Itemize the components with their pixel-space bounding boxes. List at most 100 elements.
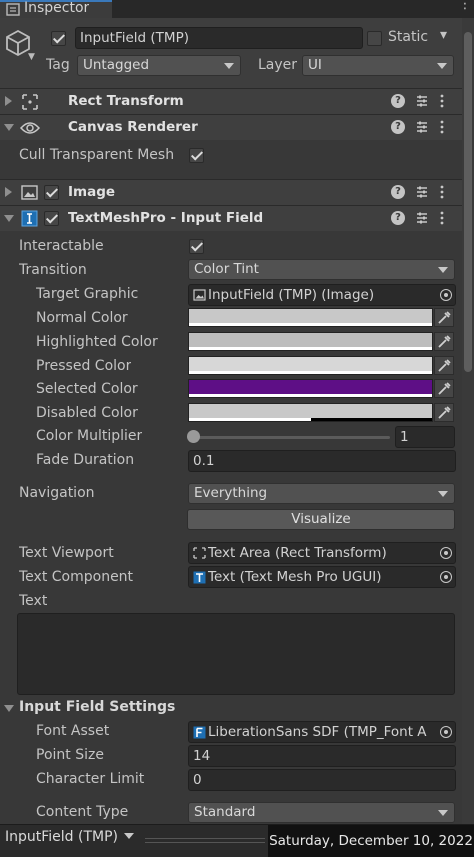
font-asset-field[interactable]: LiberationSans SDF (TMP_Font A xyxy=(188,721,456,743)
foldout-arrow-icon[interactable] xyxy=(4,124,14,131)
object-picker-icon[interactable] xyxy=(440,726,452,738)
help-icon[interactable]: ? xyxy=(391,120,405,134)
color-multiplier-label: Color Multiplier xyxy=(36,428,143,444)
chevron-down-icon xyxy=(438,267,448,273)
color-row-label: Disabled Color xyxy=(36,405,138,421)
component-canvas-renderer[interactable]: Canvas Renderer ? xyxy=(0,114,474,140)
text-component-field[interactable]: Text (Text Mesh Pro UGUI) xyxy=(188,566,456,588)
resize-handle[interactable] xyxy=(145,838,265,843)
presets-icon[interactable] xyxy=(415,94,429,108)
visualize-button[interactable]: Visualize xyxy=(187,509,455,530)
active-toggle[interactable] xyxy=(51,31,66,46)
object-picker-icon[interactable] xyxy=(440,547,452,559)
text-component-value: Text (Text Mesh Pro UGUI) xyxy=(208,569,382,585)
color-row-label: Normal Color xyxy=(36,310,128,326)
text-viewport-value: Text Area (Rect Transform) xyxy=(208,545,387,561)
alpha-bar xyxy=(189,394,432,397)
foldout-arrow-icon[interactable] xyxy=(5,187,12,197)
component-image[interactable]: Image ? xyxy=(0,179,474,205)
static-toggle[interactable] xyxy=(367,31,382,46)
presets-icon[interactable] xyxy=(415,185,429,199)
content-type-dropdown[interactable]: Standard xyxy=(188,802,455,823)
presets-icon[interactable] xyxy=(415,211,429,225)
navigation-dropdown[interactable]: Everything xyxy=(188,483,455,504)
help-icon[interactable]: ? xyxy=(391,185,405,199)
text-viewport-field[interactable]: Text Area (Rect Transform) xyxy=(188,542,456,564)
cull-transparent-mesh-label: Cull Transparent Mesh xyxy=(19,147,175,163)
object-picker-icon[interactable] xyxy=(440,289,452,301)
rect-transform-icon xyxy=(193,547,206,559)
target-graphic-label: Target Graphic xyxy=(36,286,139,302)
alpha-bar xyxy=(189,347,432,350)
foldout-arrow-icon[interactable] xyxy=(5,96,12,106)
tag-dropdown[interactable]: Untagged xyxy=(77,55,241,76)
color-row-label: Selected Color xyxy=(36,381,138,397)
chevron-down-icon[interactable]: ▼ xyxy=(28,52,35,62)
help-icon[interactable]: ? xyxy=(391,94,405,108)
component-title: Image xyxy=(68,184,116,200)
text-area[interactable] xyxy=(17,613,455,695)
object-picker-icon[interactable] xyxy=(440,571,452,583)
kebab-menu-icon[interactable] xyxy=(440,120,444,134)
point-size-label: Point Size xyxy=(36,747,104,763)
color-multiplier-slider-thumb[interactable] xyxy=(187,430,200,443)
target-graphic-field[interactable]: InputField (TMP) (Image) xyxy=(188,284,456,306)
interactable-toggle[interactable] xyxy=(189,239,204,254)
kebab-menu-icon[interactable]: ⋮ xyxy=(458,0,472,12)
object-name-field[interactable]: InputField (TMP) xyxy=(75,27,363,49)
tab-inspector[interactable]: Inspector xyxy=(0,0,112,18)
fade-duration-input[interactable]: 0.1 xyxy=(188,450,456,472)
color-swatch[interactable] xyxy=(188,332,433,351)
scrollbar-thumb[interactable] xyxy=(464,32,472,372)
foldout-arrow-icon[interactable] xyxy=(4,705,14,712)
color-multiplier-input[interactable]: 1 xyxy=(395,426,455,448)
transition-dropdown[interactable]: Color Tint xyxy=(188,259,455,280)
transition-value: Color Tint xyxy=(194,261,259,277)
layer-value: UI xyxy=(308,57,322,73)
tag-value: Untagged xyxy=(83,57,150,73)
rect-transform-icon xyxy=(22,94,38,110)
component-rect-transform[interactable]: Rect Transform ? xyxy=(0,88,474,114)
eyedropper-icon[interactable] xyxy=(434,379,454,398)
character-limit-input[interactable]: 0 xyxy=(188,769,456,791)
target-graphic-value: InputField (TMP) (Image) xyxy=(208,287,375,303)
input-field-enabled-toggle[interactable] xyxy=(44,211,59,226)
eyedropper-icon[interactable] xyxy=(434,332,454,351)
taskbar-date: Saturday, December 10, 2022 xyxy=(268,825,474,857)
image-enabled-toggle[interactable] xyxy=(44,185,59,200)
color-row-label: Highlighted Color xyxy=(36,334,158,350)
chevron-down-icon xyxy=(224,63,234,69)
input-field-settings-header[interactable]: Input Field Settings xyxy=(19,699,175,715)
color-swatch[interactable] xyxy=(188,379,433,398)
point-size-input[interactable]: 14 xyxy=(188,745,456,767)
selection-label[interactable]: InputField (TMP) xyxy=(5,829,118,845)
help-icon[interactable]: ? xyxy=(391,211,405,225)
footer-bar: InputField (TMP) Saturday, December 10, … xyxy=(0,824,474,857)
cull-transparent-mesh-toggle[interactable] xyxy=(189,148,204,163)
eyedropper-icon[interactable] xyxy=(434,308,454,327)
layer-dropdown[interactable]: UI xyxy=(302,55,454,76)
eyedropper-icon[interactable] xyxy=(434,356,454,375)
static-label: Static xyxy=(388,29,429,45)
chevron-down-icon xyxy=(438,810,448,816)
kebab-menu-icon[interactable] xyxy=(440,94,444,108)
chevron-down-icon[interactable]: ▾ xyxy=(440,27,447,43)
foldout-arrow-icon[interactable] xyxy=(4,215,14,222)
content-type-label: Content Type xyxy=(36,804,129,820)
chevron-down-icon[interactable] xyxy=(124,833,134,839)
component-title: TextMeshPro - Input Field xyxy=(68,210,264,226)
font-asset-icon xyxy=(193,726,206,738)
color-swatch[interactable] xyxy=(188,403,433,422)
color-swatch[interactable] xyxy=(188,308,433,327)
navigation-value: Everything xyxy=(194,485,268,501)
component-tmp-input-field[interactable]: TextMeshPro - Input Field ? xyxy=(0,205,474,231)
tag-label: Tag xyxy=(46,57,70,73)
eyedropper-icon[interactable] xyxy=(434,403,454,422)
text-input-icon xyxy=(21,210,38,227)
kebab-menu-icon[interactable] xyxy=(440,211,444,225)
color-multiplier-slider-track[interactable] xyxy=(193,436,390,439)
kebab-menu-icon[interactable] xyxy=(440,185,444,199)
color-swatch[interactable] xyxy=(188,356,433,375)
text-viewport-label: Text Viewport xyxy=(19,545,114,561)
presets-icon[interactable] xyxy=(415,120,429,134)
